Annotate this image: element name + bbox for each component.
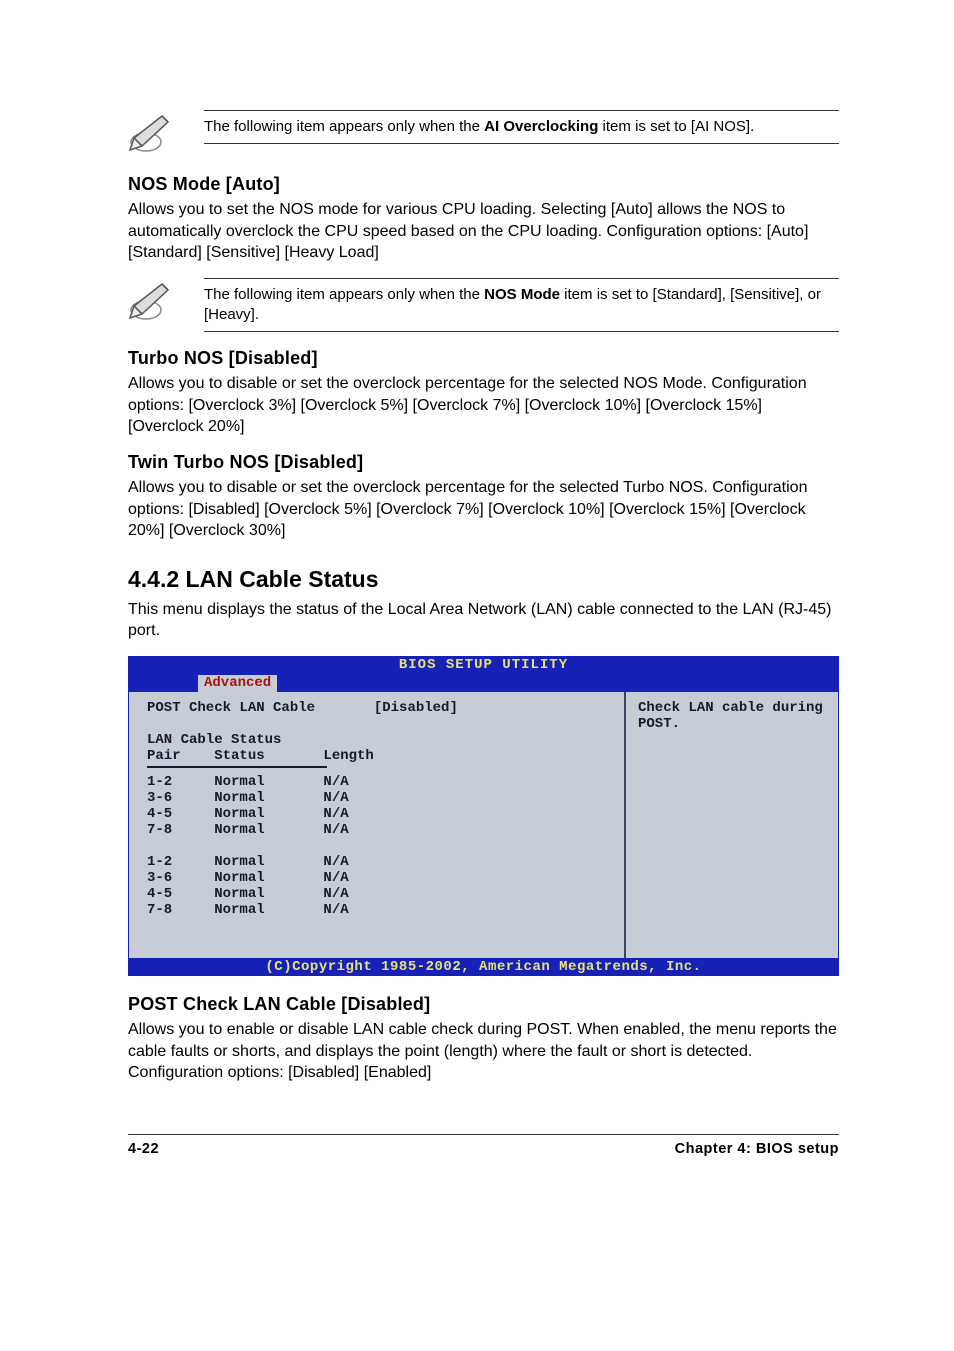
body-post-check-lan: Allows you to enable or disable LAN cabl… [128, 1019, 839, 1062]
heading-lan-cable-status: 4.4.2 LAN Cable Status [128, 566, 839, 593]
table-row: 7-8 Normal N/A [147, 822, 606, 838]
spacer [315, 700, 374, 716]
config-post-check-lan: Configuration options: [Disabled] [Enabl… [128, 1062, 839, 1084]
text: item is set to [AI NOS]. [598, 118, 754, 135]
note-nos-mode: The following item appears only when the… [128, 278, 839, 333]
bios-title: BIOS SETUP UTILITY [128, 656, 839, 674]
bios-post-check-row: POST Check LAN Cable [Disabled] [147, 700, 606, 716]
table-row: 1-2 Normal N/A [147, 854, 606, 870]
heading-turbo-nos: Turbo NOS [Disabled] [128, 348, 839, 369]
page-footer: 4-22 Chapter 4: BIOS setup [128, 1134, 839, 1157]
page-content: The following item appears only when the… [0, 0, 954, 1207]
text: The following item appears only when the [204, 286, 484, 303]
note-text: The following item appears only when the… [204, 283, 839, 328]
divider [204, 143, 839, 144]
bios-tab-advanced: Advanced [198, 675, 277, 692]
table-row: 3-6 Normal N/A [147, 870, 606, 886]
bios-screenshot: BIOS SETUP UTILITY Advanced POST Check L… [128, 656, 839, 976]
bios-left-pane: POST Check LAN Cable [Disabled] LAN Cabl… [129, 692, 626, 958]
page-number: 4-22 [128, 1141, 159, 1157]
body-turbo-nos: Allows you to disable or set the overclo… [128, 373, 839, 438]
heading-twin-turbo-nos: Twin Turbo NOS [Disabled] [128, 452, 839, 473]
pencil-note-icon [128, 110, 176, 158]
table-row: 7-8 Normal N/A [147, 902, 606, 918]
bios-copyright: (C)Copyright 1985-2002, American Megatre… [128, 959, 839, 976]
divider [204, 331, 839, 332]
bold-term: NOS Mode [484, 286, 560, 303]
text: The following item appears only when the [204, 118, 484, 135]
table-row: 3-6 Normal N/A [147, 790, 606, 806]
bios-status-title: LAN Cable Status [147, 732, 606, 748]
heading-post-check-lan: POST Check LAN Cable [Disabled] [128, 994, 839, 1015]
bios-tab-row: Advanced [128, 674, 839, 692]
body-twin-turbo-nos: Allows you to disable or set the overclo… [128, 477, 839, 542]
bios-help-text: Check LAN cable during POST. [638, 700, 826, 732]
value: [Disabled] [374, 700, 458, 716]
note-ai-overclocking: The following item appears only when the… [128, 110, 839, 158]
body-nos-mode: Allows you to set the NOS mode for vario… [128, 199, 839, 264]
heading-nos-mode: NOS Mode [Auto] [128, 174, 839, 195]
spacer [147, 838, 606, 854]
table-row: 4-5 Normal N/A [147, 806, 606, 822]
bios-help-pane: Check LAN cable during POST. [626, 692, 838, 958]
divider [204, 110, 839, 111]
pencil-note-icon [128, 278, 176, 326]
chapter-label: Chapter 4: BIOS setup [675, 1141, 839, 1157]
spacer [147, 716, 606, 732]
bios-body: POST Check LAN Cable [Disabled] LAN Cabl… [128, 692, 839, 959]
label: POST Check LAN Cable [147, 700, 315, 716]
divider [204, 278, 839, 279]
bold-term: AI Overclocking [484, 118, 598, 135]
table-row: 4-5 Normal N/A [147, 886, 606, 902]
body-lan-cable-status: This menu displays the status of the Loc… [128, 599, 839, 642]
note-text-block: The following item appears only when the… [204, 278, 839, 333]
note-text: The following item appears only when the… [204, 115, 839, 139]
note-text-block: The following item appears only when the… [204, 110, 839, 144]
bios-headers: Pair Status Length [147, 748, 606, 764]
table-row: 1-2 Normal N/A [147, 774, 606, 790]
divider [147, 766, 327, 768]
